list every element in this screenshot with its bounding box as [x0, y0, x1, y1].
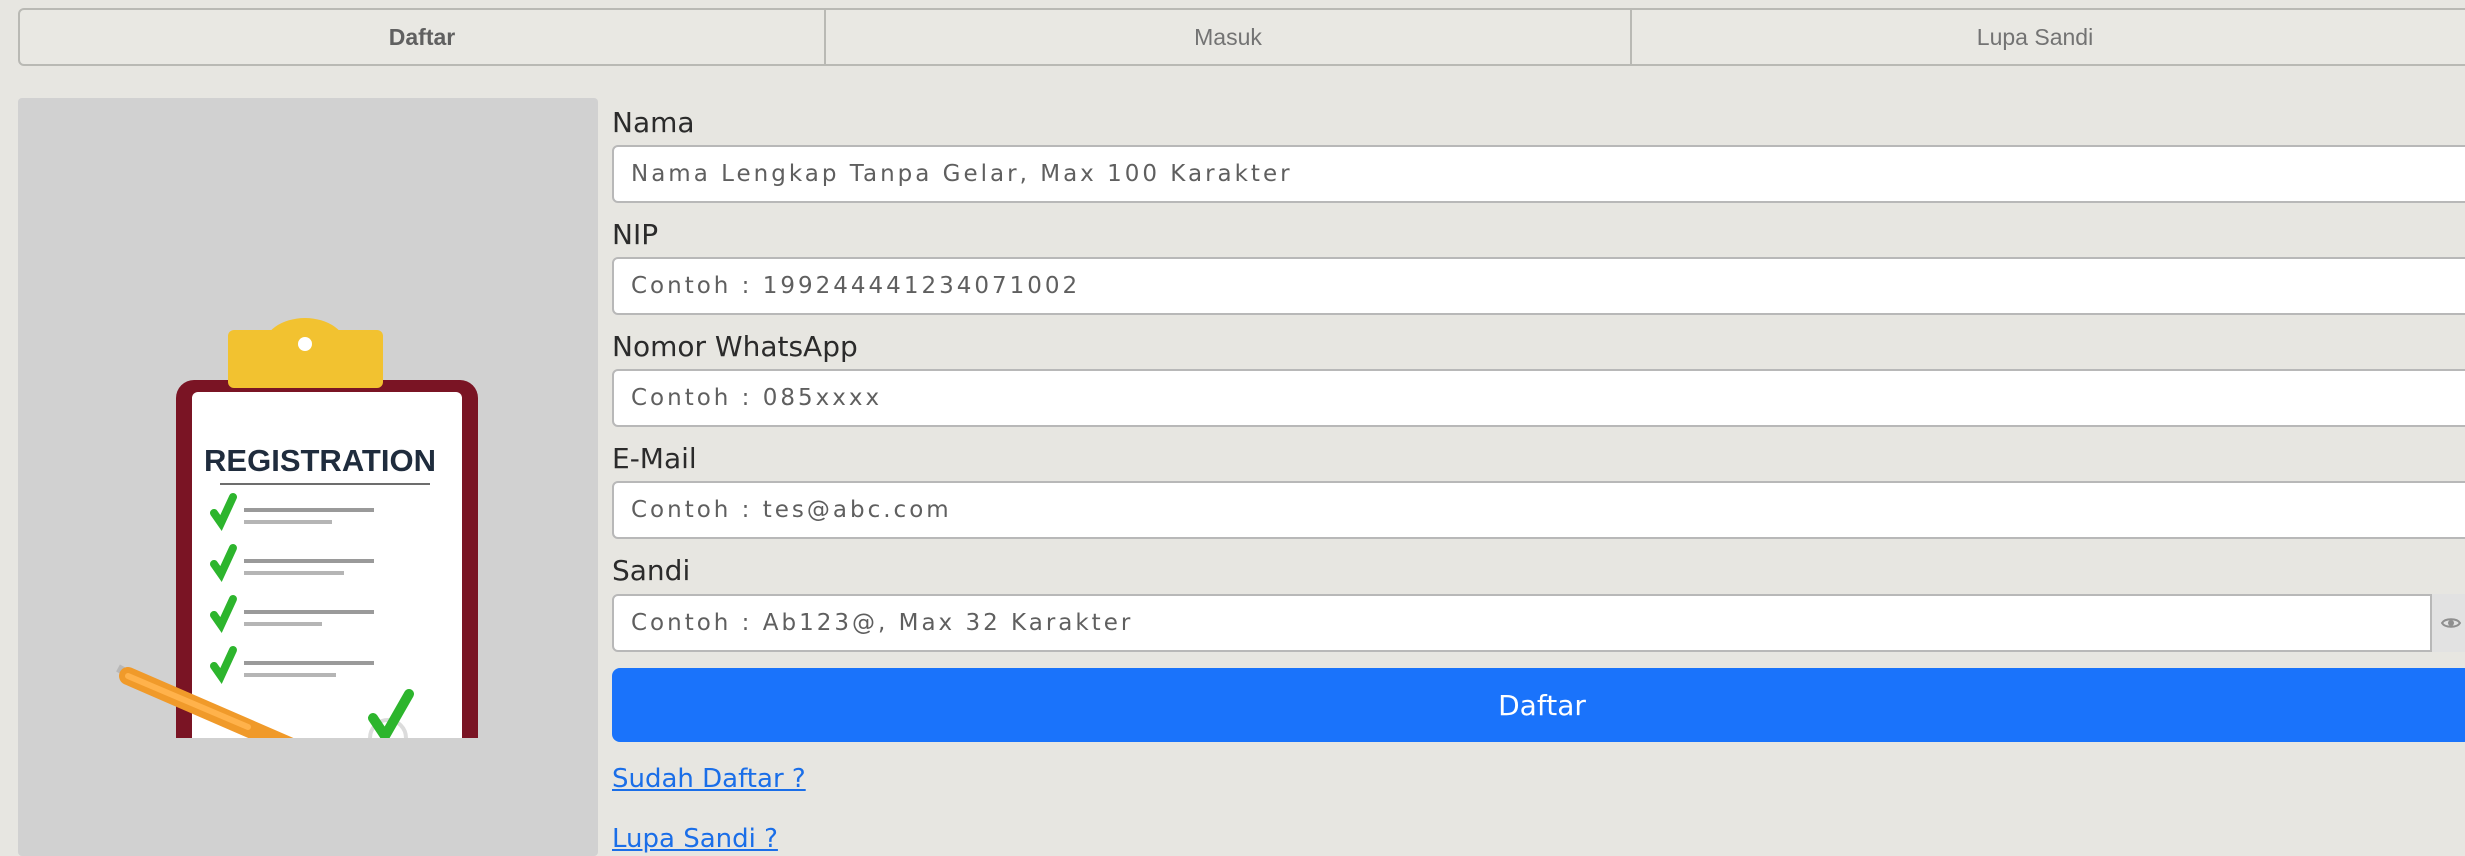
password-visibility-toggle[interactable]: [2430, 594, 2465, 652]
registration-clipboard-illustration: REGISTRATION: [116, 318, 478, 738]
link-sudah-daftar[interactable]: Sudah Daftar ?: [612, 764, 806, 794]
registration-heading: REGISTRATION: [204, 443, 436, 478]
input-nomor-whatsapp[interactable]: Contoh : 085xxxx: [612, 369, 2465, 427]
tab-masuk[interactable]: Masuk: [826, 10, 1632, 64]
tab-daftar[interactable]: Daftar: [20, 10, 826, 64]
label-sandi: Sandi: [612, 554, 691, 587]
tab-lupa-sandi[interactable]: Lupa Sandi: [1632, 10, 2438, 64]
link-lupa-sandi[interactable]: Lupa Sandi ?: [612, 824, 778, 854]
input-sandi[interactable]: Contoh : Ab123@, Max 32 Karakter: [612, 594, 2465, 652]
label-nama: Nama: [612, 106, 695, 139]
input-email[interactable]: Contoh : tes@abc.com: [612, 481, 2465, 539]
input-nama[interactable]: Nama Lengkap Tanpa Gelar, Max 100 Karakt…: [612, 145, 2465, 203]
illustration-panel: REGISTRATION: [18, 98, 598, 856]
auth-tab-bar: Daftar Masuk Lupa Sandi: [18, 8, 2465, 66]
label-email: E-Mail: [612, 442, 697, 475]
daftar-submit-button[interactable]: Daftar: [612, 668, 2465, 742]
input-nip[interactable]: Contoh : 199244441234071002: [612, 257, 2465, 315]
label-nip: NIP: [612, 218, 659, 251]
label-nomor-whatsapp: Nomor WhatsApp: [612, 330, 858, 363]
eye-icon: [2441, 618, 2461, 628]
